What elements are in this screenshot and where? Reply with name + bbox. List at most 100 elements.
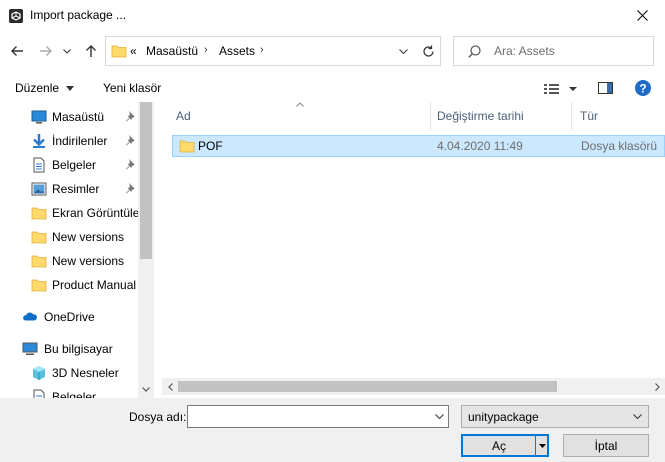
breadcrumb-assets[interactable]: Assets [219,44,255,58]
sidebar-item-new-versions[interactable]: New versions [0,249,140,273]
sidebar-item-documents-pc[interactable]: Belgeler [0,385,140,398]
back-button[interactable] [6,40,28,62]
search-placeholder: Ara: Assets [494,44,555,58]
chevron-left-icon [167,382,173,391]
arrow-up-icon [86,45,96,57]
open-button[interactable]: Aç [461,434,549,457]
pin-icon[interactable] [124,182,136,194]
sidebar-item-3d-objects[interactable]: 3D Nesneler [0,361,140,385]
horizontal-scrollbar[interactable] [162,378,665,395]
scroll-left-button[interactable] [162,378,178,395]
folder-icon [179,140,195,153]
arrow-left-icon [11,46,23,56]
sidebar-scrollbar[interactable] [138,102,154,398]
file-row[interactable]: POF 4.04.2020 11:49 Dosya klasörü [172,135,665,157]
breadcrumb-masaustu[interactable]: Masaüstü [146,44,198,58]
documents-icon [33,157,45,173]
breadcrumb-separator[interactable]: › [260,44,264,56]
sidebar-item-label: New versions [52,230,125,244]
download-icon [33,134,45,148]
chevron-down-icon [632,414,642,419]
cancel-button-label: İptal [594,439,618,453]
file-modified: 4.04.2020 11:49 [437,139,523,153]
sidebar-item-label: Bu bilgisayar [44,342,113,356]
sidebar-item-label: OneDrive [44,310,95,324]
sidebar-item-label: İndirilenler [52,134,108,148]
sidebar-item-screenshots[interactable]: Ekran Görüntüle [0,201,140,225]
filetype-select[interactable]: unitypackage [461,405,649,428]
sidebar-item-label: Resimler [52,182,100,196]
filetype-value: unitypackage [468,410,539,424]
new-folder-button[interactable]: Yeni klasör [103,81,161,95]
sidebar-item-label: Product Manual [52,278,137,292]
preview-pane-button[interactable] [597,80,617,98]
documents-icon [33,389,45,398]
filename-combobox[interactable] [187,405,449,428]
column-header-modified[interactable]: Değiştirme tarihi [437,102,524,130]
help-icon: ? [635,80,651,96]
filename-label: Dosya adı: [129,410,187,424]
scrollbar-thumb[interactable] [140,102,152,259]
close-button[interactable] [619,0,665,31]
unity-icon [9,9,23,23]
cloud-icon [23,312,37,321]
sidebar-item-pictures[interactable]: Resimler [0,177,140,201]
open-split-button[interactable] [535,434,549,457]
up-button[interactable] [80,40,102,62]
file-type: Dosya klasörü [581,139,658,153]
column-header-name[interactable]: Ad [176,102,191,130]
chevron-down-icon [63,48,71,54]
cancel-button[interactable]: İptal [563,434,649,457]
sidebar-item-desktop[interactable]: Masaüstü [0,105,140,129]
filename-input[interactable] [190,408,428,425]
forward-button[interactable] [35,40,57,62]
folder-icon [31,279,47,292]
filename-dropdown-button[interactable] [430,406,448,427]
pin-icon[interactable] [124,110,136,122]
sidebar-item-this-pc[interactable]: Bu bilgisayar [0,337,140,361]
command-bar: Düzenle Yeni klasör ? [0,74,665,102]
column-divider[interactable] [430,102,431,130]
sidebar-item-product-manual[interactable]: Product Manual [0,273,140,297]
scrollbar-thumb[interactable] [178,381,557,392]
sidebar-item-downloads[interactable]: İndirilenler [0,129,140,153]
address-overflow[interactable]: « [130,44,137,58]
close-icon [636,10,648,21]
refresh-icon [423,45,434,57]
caret-down-icon [66,86,75,92]
chevron-down-icon [142,386,150,392]
search-icon [468,45,481,58]
organize-button[interactable]: Düzenle [15,81,75,95]
search-box[interactable]: Ara: Assets [453,36,654,66]
open-button-label: Aç [491,439,506,453]
file-list: Ad Değiştirme tarihi Tür POF 4.04.2020 1… [162,102,665,398]
sidebar-item-label: Belgeler [52,158,97,172]
sidebar-item-label: Belgeler [52,390,97,398]
sidebar-item-label: New versions [52,254,125,268]
filetype-dropdown-button[interactable] [628,406,646,427]
sidebar-item-documents[interactable]: Belgeler [0,153,140,177]
sidebar-item-onedrive[interactable]: OneDrive [0,305,140,329]
sidebar-item-new-versions[interactable]: New versions [0,225,140,249]
scroll-down-button[interactable] [138,382,154,396]
address-dropdown-button[interactable] [391,37,415,65]
breadcrumb-separator[interactable]: › [204,44,208,56]
pictures-icon [31,182,47,196]
pin-icon[interactable] [124,134,136,146]
scroll-right-button[interactable] [649,378,665,395]
chevron-down-icon [398,48,408,54]
view-options-icon [544,84,577,94]
desktop-icon [31,110,47,124]
computer-icon [22,342,38,355]
column-header-type[interactable]: Tür [580,102,598,130]
recent-locations-button[interactable] [60,40,74,62]
title-bar: Import package ... [0,0,665,31]
svg-text:?: ? [639,82,646,96]
help-button[interactable]: ? [634,79,652,97]
folder-icon [31,207,47,220]
refresh-button[interactable] [415,37,441,65]
pin-icon[interactable] [124,158,136,170]
address-bar[interactable]: « Masaüstü › Assets › [105,36,441,66]
view-options-button[interactable] [543,81,579,97]
column-divider[interactable] [571,102,572,130]
